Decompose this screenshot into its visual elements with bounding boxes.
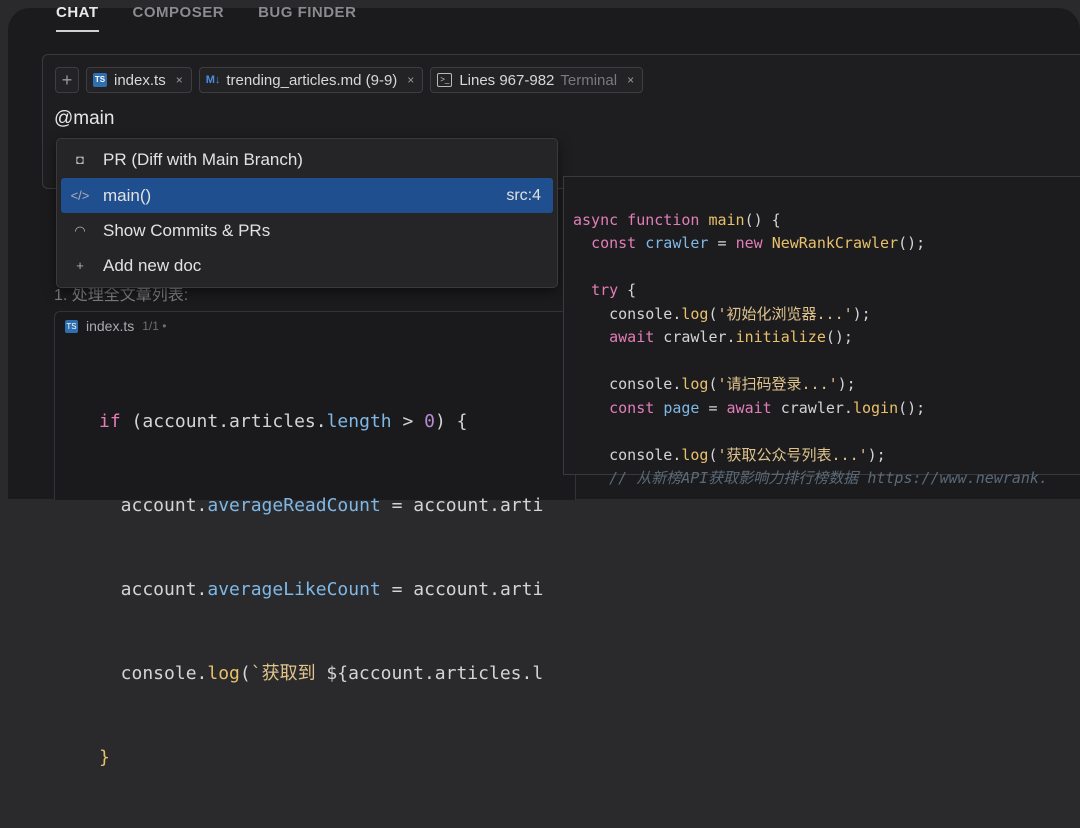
code-block-filename[interactable]: index.ts [86,318,134,334]
code-line: // 从新榜API获取影响力排行榜数据 https://www.newrank. [573,469,1048,487]
menu-item-source: src:4 [506,186,541,204]
ts-file-icon: TS [65,319,78,333]
menu-item-label: Show Commits & PRs [103,220,271,240]
code-line: const page = await crawler.login(); [609,398,926,417]
plus-icon: + [76,258,84,273]
mention-menu: ◘ PR (Diff with Main Branch) </> main() … [56,138,558,288]
preview-code: async function main() { const crawler = … [573,185,1048,538]
menu-item-show-commits[interactable]: ◠ Show Commits & PRs [61,213,553,248]
commits-icon: ◠ [74,222,86,238]
context-chip-trending-articles[interactable]: M↓ trending_articles.md (9-9) × [198,67,424,93]
code-block-lines: if (account.articles.length > 0) { accou… [99,352,543,828]
context-chip-terminal-lines[interactable]: >_ Lines 967-982 Terminal × [430,67,644,93]
markdown-icon: M↓ [205,74,221,86]
tab-composer[interactable]: COMPOSER [133,4,225,32]
close-icon[interactable]: × [176,73,183,87]
code-line: const crawler = new NewRankCrawler(); [591,234,926,252]
code-line: try { [591,281,637,299]
code-line: if (account.articles.length > 0) { [99,411,468,432]
diff-icon: ◘ [76,152,84,167]
code-line: await crawler.initialize(); [609,328,853,346]
code-icon: </> [70,188,90,203]
add-context-button[interactable]: + [55,67,79,93]
code-line: console.log('初始化浏览器...'); [573,304,871,323]
tab-chat[interactable]: CHAT [56,4,99,32]
code-line: account.averageLikeCount = account.arti [99,579,544,600]
code-line: console.log(`获取到 ${account.articles.l [99,663,544,684]
code-line: account.averageReadCount = account.arti [99,495,544,516]
menu-item-add-doc[interactable]: + Add new doc [61,248,553,283]
menu-item-main-function[interactable]: </> main() src:4 [61,178,553,213]
close-icon[interactable]: × [407,73,414,87]
symbol-preview: async function main() { const crawler = … [563,176,1080,487]
terminal-icon: >_ [437,73,453,87]
code-block-header: TS index.ts 1/1 • [65,318,166,334]
chip-label: trending_articles.md (9-9) [226,71,398,89]
mode-tabs: CHAT COMPOSER BUG FINDER [56,4,356,38]
ts-file-icon: TS [93,73,107,87]
left-rail [0,0,8,499]
code-line: } [99,747,110,768]
code-line: async function main() { [573,210,781,229]
chip-label: index.ts [114,71,166,89]
code-line: console.log('获取公众号列表...'); [573,445,886,464]
composer-input-text[interactable]: @main [54,108,114,130]
context-chips: + TS index.ts × M↓ trending_articles.md … [55,67,644,93]
code-block: TS index.ts 1/1 • if (account.articles.l… [54,311,576,768]
menu-item-label: main() [103,185,152,205]
menu-item-label: PR (Diff with Main Branch) [103,149,303,169]
menu-item-pr-diff[interactable]: ◘ PR (Diff with Main Branch) [61,142,553,177]
code-line: console.log('请扫码登录...'); [573,375,856,393]
tab-bug-finder[interactable]: BUG FINDER [258,4,356,32]
menu-item-label: Add new doc [103,255,202,275]
chip-source: Terminal [560,71,618,89]
context-chip-index-ts[interactable]: TS index.ts × [86,67,192,93]
close-icon[interactable]: × [627,73,634,87]
chip-label: Lines 967-982 [459,71,555,89]
code-block-count: 1/1 • [142,319,167,333]
